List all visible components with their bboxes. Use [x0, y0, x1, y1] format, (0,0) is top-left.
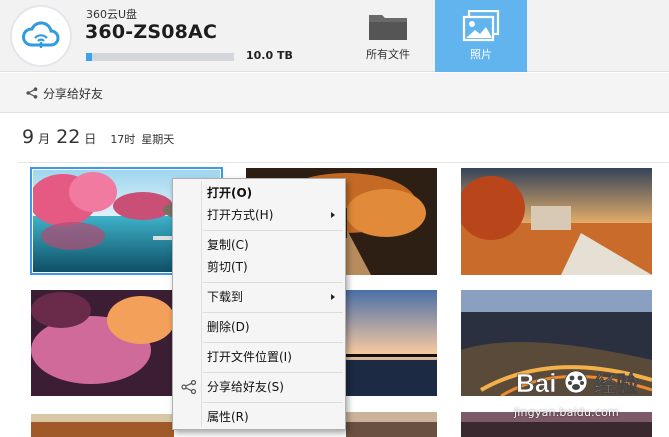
menu-separator — [203, 402, 343, 403]
menu-item-share-to-friends[interactable]: 分享给好友(S) — [175, 377, 343, 397]
context-menu: 打开(O) 打开方式(H) 复制(C) 剪切(T) 下载到 删除(D) 打开文件… — [172, 178, 346, 430]
tab-photos[interactable]: 照片 — [435, 0, 527, 72]
svg-text:Bai: Bai — [516, 368, 556, 398]
watermark-url: jingyan.baidu.com — [514, 406, 619, 419]
menu-item-copy[interactable]: 复制(C) — [175, 235, 343, 255]
tab-all-files-label: 所有文件 — [366, 48, 410, 61]
submenu-arrow-icon — [331, 294, 335, 300]
menu-item-label: 打开(O) — [207, 186, 253, 200]
share-to-friends-button[interactable]: 分享给好友 — [26, 85, 103, 101]
menu-item-open-file-location[interactable]: 打开文件位置(I) — [175, 347, 343, 367]
menu-separator — [203, 342, 343, 343]
menu-item-label: 分享给好友(S) — [207, 380, 284, 394]
menu-item-label: 剪切(T) — [207, 260, 248, 274]
menu-item-open-with[interactable]: 打开方式(H) — [175, 205, 343, 225]
menu-item-open[interactable]: 打开(O) — [175, 183, 343, 203]
photo-thumbnail[interactable] — [461, 168, 652, 275]
menu-item-delete[interactable]: 删除(D) — [175, 317, 343, 337]
date-day-unit: 日 — [84, 132, 97, 146]
share-icon — [181, 379, 197, 400]
date-month: 9 — [22, 126, 35, 148]
tab-photos-label: 照片 — [470, 48, 492, 61]
menu-separator — [203, 282, 343, 283]
cloud-wifi-logo-icon — [10, 5, 72, 67]
menu-separator — [203, 312, 343, 313]
date-day: 22 — [56, 126, 81, 148]
share-icon — [26, 87, 38, 99]
device-name: 360-ZS08AC — [85, 21, 218, 43]
menu-item-label: 下载到 — [207, 290, 244, 304]
photo-thumbnail[interactable] — [346, 290, 437, 396]
app-header: 360云U盘 360-ZS08AC 10.0 TB 所有文件 照片 — [0, 0, 669, 72]
storage-progress-bar — [86, 53, 234, 61]
submenu-arrow-icon — [331, 212, 335, 218]
brand-name: 360云U盘 — [86, 8, 138, 21]
menu-item-label: 属性(R) — [207, 410, 249, 424]
photos-icon — [462, 10, 500, 42]
folder-icon — [368, 10, 408, 42]
menu-separator — [203, 230, 343, 231]
share-button-label: 分享给好友 — [43, 86, 104, 101]
toolbar: 分享给好友 — [0, 73, 669, 113]
menu-item-properties[interactable]: 属性(R) — [175, 407, 343, 427]
date-group-header: 9 月 22 日 17时 星期天 — [22, 126, 174, 152]
photo-thumbnail[interactable] — [31, 414, 174, 437]
menu-item-cut[interactable]: 剪切(T) — [175, 257, 343, 277]
baidu-jingyan-watermark: Bai 经验 jingyan.baidu.com — [514, 362, 664, 432]
date-time: 17时 — [110, 133, 136, 146]
photo-thumbnail[interactable] — [346, 412, 437, 437]
tab-all-files[interactable]: 所有文件 — [342, 0, 434, 72]
menu-separator — [203, 372, 343, 373]
menu-item-label: 删除(D) — [207, 320, 250, 334]
menu-item-label: 复制(C) — [207, 238, 249, 252]
date-weekday: 星期天 — [141, 133, 175, 146]
storage-progress-fill — [86, 53, 92, 61]
menu-item-label: 打开方式(H) — [207, 208, 274, 222]
menu-item-download-to[interactable]: 下载到 — [175, 287, 343, 307]
date-month-unit: 月 — [38, 132, 51, 146]
divider — [18, 162, 669, 163]
menu-item-label: 打开文件位置(I) — [207, 350, 292, 364]
svg-text:经验: 经验 — [594, 372, 638, 398]
storage-total: 10.0 TB — [246, 49, 293, 62]
photo-thumbnail[interactable] — [31, 290, 174, 396]
